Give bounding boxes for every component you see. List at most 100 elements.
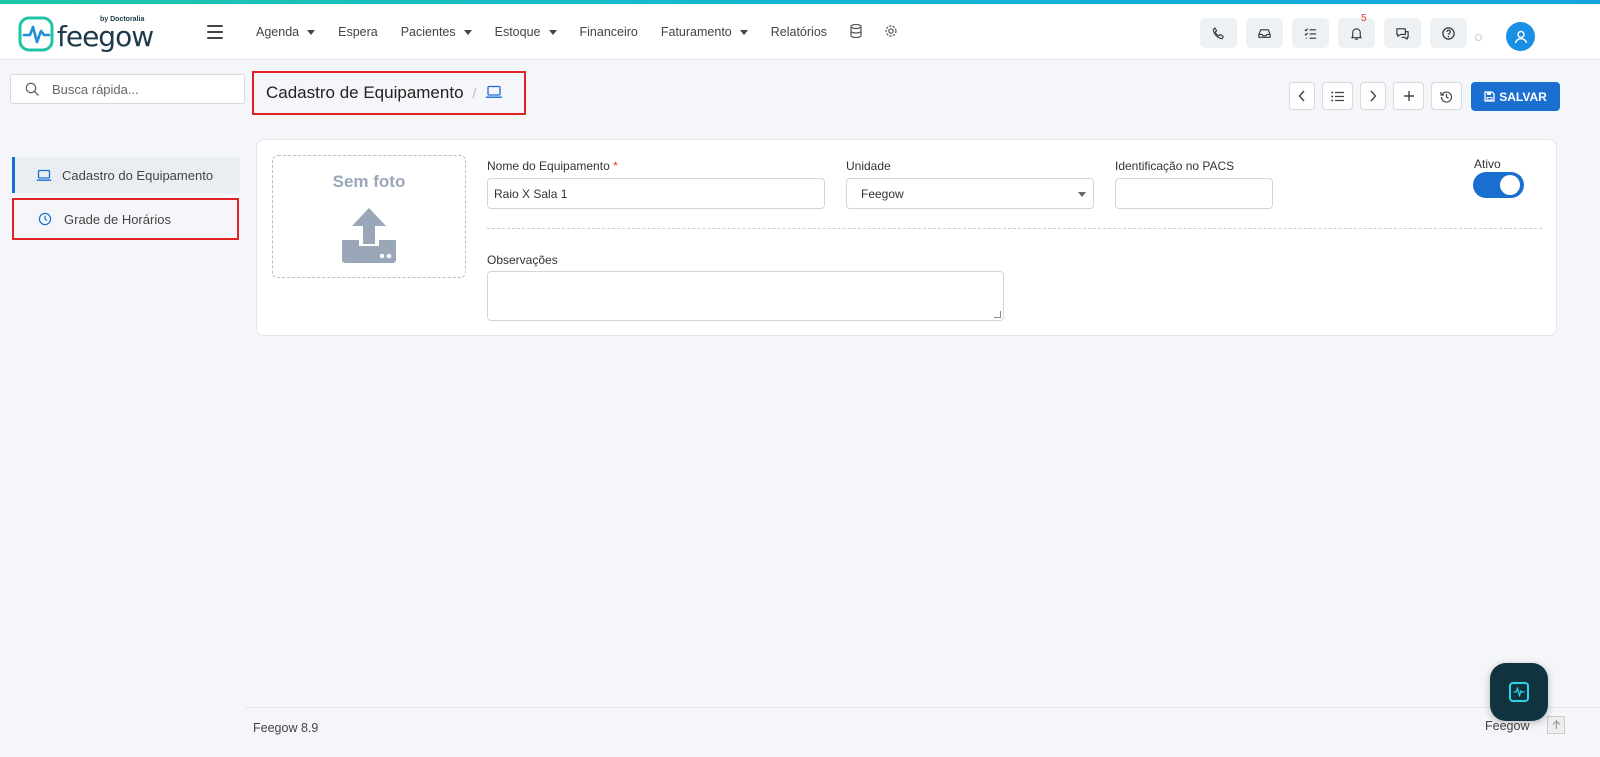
upload-icon [342,208,396,263]
record-actions: SALVAR [1289,82,1560,111]
photo-upload-area[interactable]: Sem foto [272,155,466,278]
sidebar-item-cadastro[interactable]: Cadastro do Equipamento [12,157,240,193]
sidebar-item-grade-horarios[interactable]: Grade de Horários [12,198,239,240]
pacs-id-field[interactable] [1115,178,1273,209]
page-header: Cadastro de Equipamento / [252,71,526,115]
equipment-name-field[interactable]: Raio X Sala 1 [487,178,825,209]
help-icon [1442,26,1455,40]
chat-button[interactable] [1384,18,1421,48]
database-icon[interactable] [850,23,862,41]
next-button[interactable] [1360,82,1386,110]
equipment-name-value: Raio X Sala 1 [494,186,568,201]
active-field-label: Ativo [1474,157,1501,171]
unit-selected-value: Feegow [861,186,904,201]
sidebar: Cadastro do Equipamento Grade de Horário… [12,157,240,240]
save-button-label: SALVAR [1499,89,1547,104]
menu-item-faturamento[interactable]: Faturamento [661,25,748,39]
active-toggle[interactable] [1473,172,1524,198]
scroll-to-top-button[interactable] [1547,716,1565,734]
sidebar-item-label: Grade de Horários [64,211,171,227]
name-field-label: Nome do Equipamento * [487,159,618,173]
clock-icon [38,212,54,226]
menu-item-pacientes[interactable]: Pacientes [401,25,472,39]
unit-field-label: Unidade [846,159,891,173]
user-avatar[interactable] [1506,22,1535,51]
history-icon [1440,90,1453,103]
chevron-right-icon [1370,90,1377,102]
photo-placeholder-label: Sem foto [332,172,406,191]
bell-icon [1351,27,1362,40]
tasks-button[interactable] [1292,18,1329,48]
toggle-knob [1500,175,1520,195]
menu-item-label: Faturamento [660,25,732,39]
menu-item-agenda[interactable]: Agenda [256,25,316,39]
user-icon [1514,30,1527,43]
caret-down-icon [739,29,748,35]
breadcrumb-separator: / [472,85,477,101]
floppy-disk-icon [1484,91,1495,102]
quick-search[interactable] [10,74,245,104]
brand-logo[interactable]: feegow by Doctoralia [18,16,154,53]
caret-down-icon [1078,192,1086,197]
add-button[interactable] [1393,82,1424,110]
section-divider [487,228,1542,229]
history-button[interactable] [1431,82,1462,110]
list-icon [1331,91,1344,101]
menu-item-label: Financeiro [579,25,638,39]
sidebar-item-label: Cadastro do Equipamento [62,167,214,183]
assistant-fab-button[interactable] [1490,663,1548,721]
notes-field-label: Observações [487,253,558,267]
name-label-text: Nome do Equipamento [487,159,610,173]
inbox-button[interactable] [1246,18,1283,48]
gear-icon[interactable] [884,24,898,41]
page-title: Cadastro de Equipamento [266,83,464,102]
phone-icon [1212,26,1224,39]
menu-item-label: Pacientes [400,25,456,39]
help-button[interactable] [1430,18,1467,48]
caret-down-icon [463,29,472,35]
notifications-button[interactable]: 5 [1338,13,1375,48]
status-dot-icon [1475,34,1482,41]
menu-item-espera[interactable]: Espera [338,25,378,39]
previous-button[interactable] [1289,82,1315,110]
main-menu: Agenda Espera Pacientes Estoque Financei… [256,4,920,60]
tasks-icon [1304,27,1317,39]
version-label: Feegow 8.9 [253,721,319,735]
logo-by-doctoralia: by Doctoralia [100,16,145,23]
menu-item-estoque[interactable]: Estoque [495,25,557,39]
caret-down-icon [548,29,557,35]
menu-item-financeiro[interactable]: Financeiro [580,25,638,39]
equipment-form-card: Sem foto Nome do Equipamento * Raio X Sa… [256,139,1557,336]
pacs-field-label: Identificação no PACS [1115,159,1235,173]
assistant-icon [1509,682,1529,702]
search-icon [25,82,39,96]
chat-icon [1396,27,1409,40]
notes-textarea[interactable] [487,271,1004,321]
top-navbar: feegow by Doctoralia Agenda Espera Pacie… [0,4,1600,60]
plus-icon [1403,91,1414,101]
footer: Feegow 8.9 Feegow [245,707,1600,757]
notifications-badge: 5 [1361,13,1367,24]
laptop-icon [485,85,503,102]
caret-down-icon [307,29,316,35]
search-input[interactable] [52,81,232,97]
inbox-icon [1258,28,1271,38]
list-button[interactable] [1322,82,1353,110]
menu-item-label: Relatórios [770,25,828,39]
top-action-buttons: 5 [1200,13,1476,48]
required-asterisk: * [613,159,618,173]
menu-item-label: Espera [338,25,378,39]
menu-item-label: Agenda [256,25,300,39]
menu-item-relatorios[interactable]: Relatórios [771,25,827,39]
logo-wordmark: feegow [57,19,154,53]
footer-brand: Feegow [1485,719,1530,733]
chevron-left-icon [1298,90,1305,102]
unit-select[interactable]: Feegow [846,178,1094,209]
hamburger-menu-icon[interactable] [207,25,223,39]
resize-handle-icon[interactable] [994,311,1001,318]
phone-button[interactable] [1200,18,1237,48]
menu-item-label: Estoque [494,25,541,39]
laptop-icon [36,169,52,182]
save-button[interactable]: SALVAR [1471,82,1560,111]
logo-mark-icon [18,16,54,52]
